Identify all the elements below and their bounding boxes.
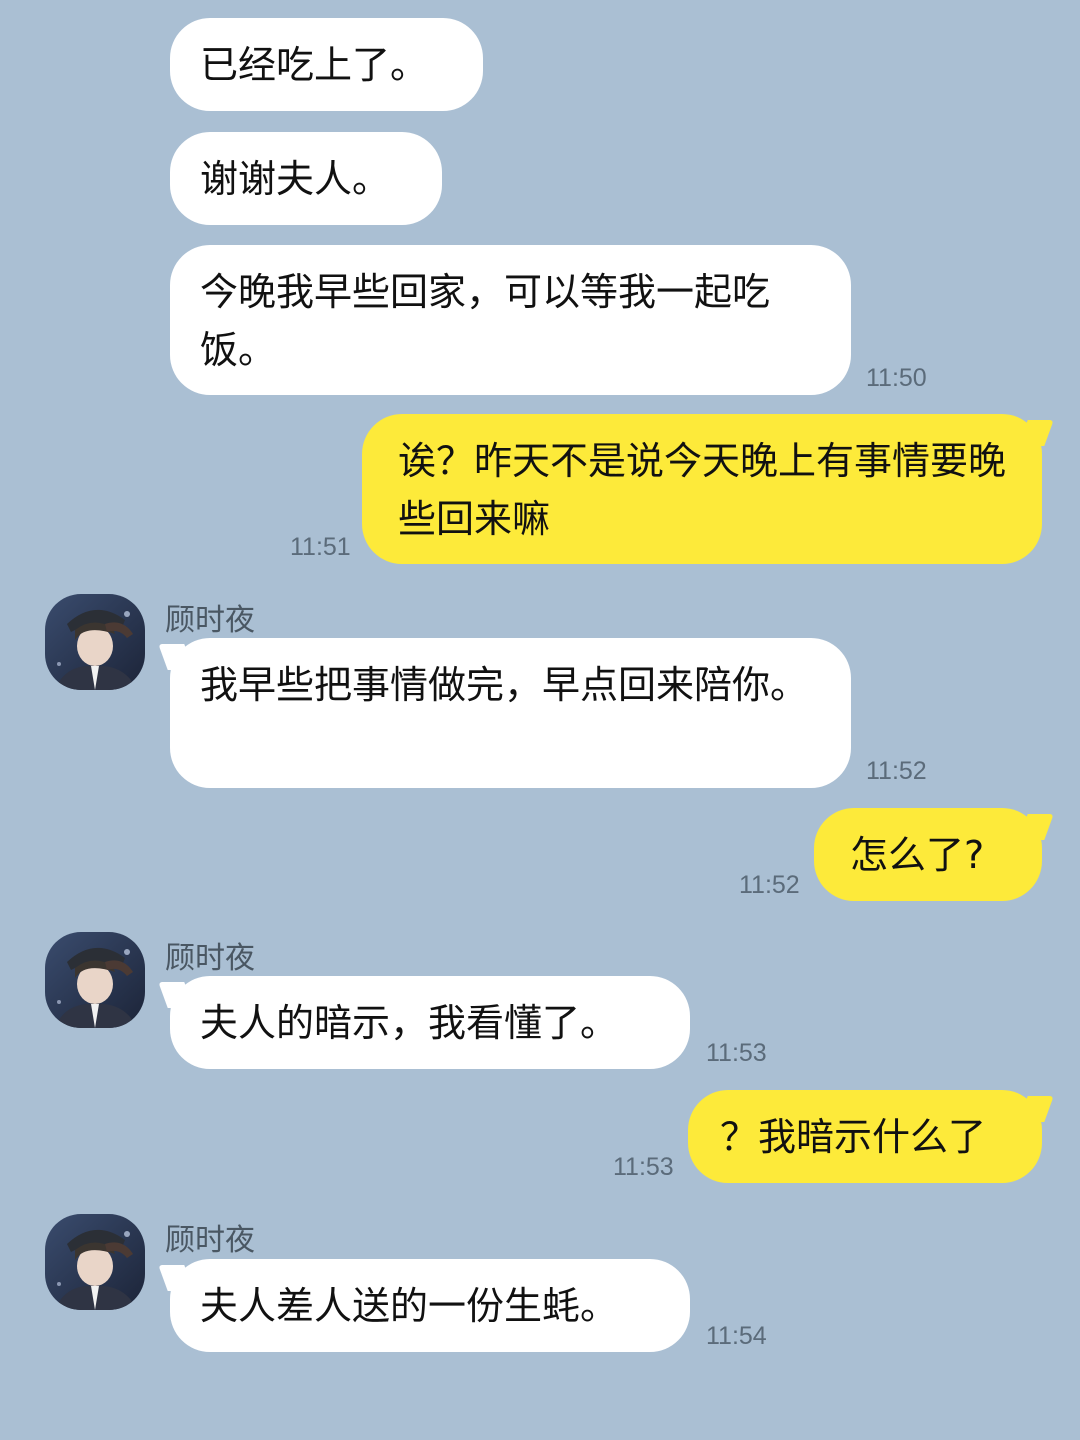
- message-text: 诶？昨天不是说今天晚上有事情要晚些回来嘛: [398, 439, 1007, 541]
- message-timestamp: 11:53: [613, 1153, 674, 1181]
- message-timestamp: 11:54: [706, 1322, 767, 1350]
- message-text: ？我暗示什么了: [720, 1115, 987, 1159]
- avatar-icon[interactable]: [45, 932, 145, 1028]
- message-text: 我早些把事情做完，早点回来陪你。: [200, 663, 809, 707]
- avatar-icon[interactable]: [45, 594, 145, 690]
- message-bubble-incoming[interactable]: 谢谢夫人。: [170, 132, 442, 225]
- message-timestamp: 11:52: [866, 757, 927, 785]
- message-bubble-incoming[interactable]: 夫人差人送的一份生蚝。: [170, 1259, 690, 1352]
- sender-name: 顾时夜: [165, 1223, 255, 1258]
- message-text: 夫人差人送的一份生蚝。: [200, 1284, 619, 1328]
- message-text: 怎么了?: [850, 833, 985, 877]
- sender-name: 顾时夜: [165, 941, 255, 976]
- message-timestamp: 11:53: [706, 1039, 767, 1067]
- message-text: 谢谢夫人。: [200, 157, 391, 201]
- message-text: 今晚我早些回家，可以等我一起吃饭。: [200, 270, 771, 372]
- message-bubble-outgoing[interactable]: 诶？昨天不是说今天晚上有事情要晚些回来嘛: [362, 414, 1042, 564]
- message-timestamp: 11:51: [290, 533, 351, 561]
- message-timestamp: 11:52: [739, 871, 800, 899]
- message-text: 夫人的暗示，我看懂了。: [200, 1001, 619, 1045]
- avatar-icon[interactable]: [45, 1214, 145, 1310]
- message-text: 已经吃上了。: [200, 43, 429, 87]
- message-bubble-incoming[interactable]: 已经吃上了。: [170, 18, 483, 111]
- message-bubble-incoming[interactable]: 今晚我早些回家，可以等我一起吃饭。: [170, 245, 851, 395]
- message-bubble-outgoing[interactable]: 怎么了?: [814, 808, 1042, 901]
- message-timestamp: 11:50: [866, 364, 927, 392]
- message-bubble-outgoing[interactable]: ？我暗示什么了: [688, 1090, 1042, 1183]
- message-bubble-incoming[interactable]: 夫人的暗示，我看懂了。: [170, 976, 690, 1069]
- sender-name: 顾时夜: [165, 603, 255, 638]
- message-bubble-incoming[interactable]: 我早些把事情做完，早点回来陪你。: [170, 638, 851, 788]
